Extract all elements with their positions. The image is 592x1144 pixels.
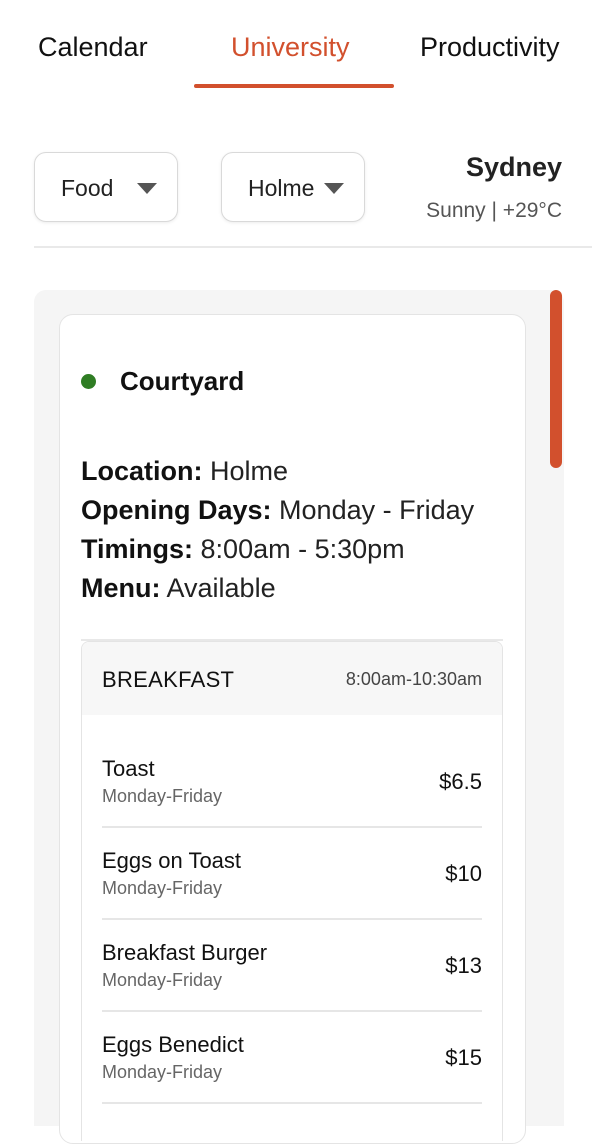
menu-section-title: BREAKFAST [102,667,235,692]
weather-summary: Sunny | +29°C [426,199,562,222]
menu-section-header[interactable]: BREAKFAST 8:00am-10:30am [82,642,502,715]
tab-university[interactable]: University [231,32,350,63]
venue-timings: Timings: 8:00am - 5:30pm [81,534,405,564]
venue-opening-days: Opening Days: Monday - Friday [81,495,475,525]
category-dropdown-value: Food [61,175,114,201]
open-status-icon [81,374,96,389]
scrollbar-thumb[interactable] [550,290,562,468]
menu-item-name: Breakfast Burger [102,940,268,965]
menu-item[interactable]: Eggs Benedict Monday-Friday $15 [102,1032,482,1124]
menu-item-days: Monday-Friday [102,878,223,898]
menu-item-name: Eggs on Toast [102,848,242,873]
item-divider [102,918,482,920]
top-tabs: Calendar University Productivity [0,0,592,90]
menu-item[interactable]: Breakfast Burger Monday-Friday $13 [102,940,482,1032]
header-divider [34,246,592,248]
campus-dropdown-value: Holme [248,175,315,201]
menu-section: BREAKFAST 8:00am-10:30am Toast Monday-Fr… [81,641,503,1141]
weather-city: Sydney [465,152,562,182]
active-tab-indicator [194,84,394,88]
campus-dropdown[interactable]: Holme [221,152,365,222]
menu-item-price: $6.5 [439,769,482,794]
menu-item-days: Monday-Friday [102,1062,223,1082]
chevron-down-icon [324,183,344,194]
tab-calendar[interactable]: Calendar [38,32,148,63]
item-divider [102,1010,482,1012]
menu-item-price: $15 [445,1045,482,1070]
tab-productivity[interactable]: Productivity [420,32,560,63]
menu-item-price: $10 [445,861,482,886]
menu-item-days: Monday-Friday [102,786,223,806]
venue-location: Location: Holme [81,456,289,486]
item-divider [102,826,482,828]
menu-section-hours: 8:00am-10:30am [345,669,482,689]
menu-item[interactable]: Toast Monday-Friday $6.5 [102,756,482,848]
menu-item-name: Eggs Benedict [102,1032,244,1057]
item-divider [102,1102,482,1104]
venue-name: Courtyard [120,366,245,396]
venue-menu-status: Menu: Available [81,573,276,603]
menu-item[interactable]: Eggs on Toast Monday-Friday $10 [102,848,482,940]
menu-item-name: Toast [102,756,155,781]
category-dropdown[interactable]: Food [34,152,178,222]
menu-item-price: $13 [445,953,482,978]
menu-item-days: Monday-Friday [102,970,223,990]
chevron-down-icon [137,183,157,194]
